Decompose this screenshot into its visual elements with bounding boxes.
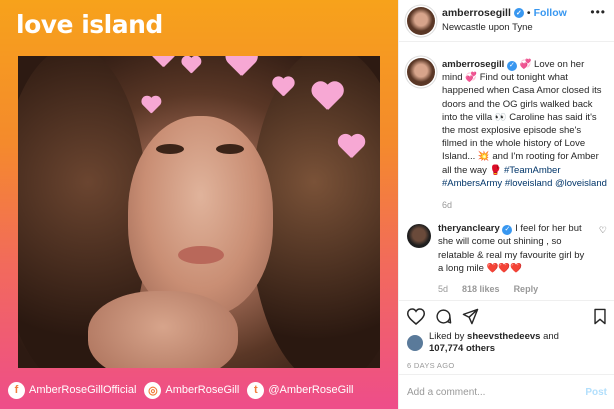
comment-input[interactable] [407, 386, 586, 398]
separator-dot: • [526, 7, 531, 19]
heart-filter-icon [224, 56, 258, 80]
like-comment-icon[interactable]: ♡ [599, 225, 607, 296]
bookmark-icon[interactable] [593, 308, 607, 325]
instagram-handle: ◎ AmberRoseGill [144, 381, 239, 399]
post-image[interactable]: love island f AmberRoseGillOfficial ◎ Am… [0, 0, 398, 409]
caption-age[interactable]: 6d [442, 199, 452, 212]
twitter-icon: t [247, 381, 265, 399]
caption: amberrosegill ✓ 💞 Love on her mind 💞 Fin… [407, 52, 607, 212]
avatar[interactable] [407, 7, 435, 35]
likes-summary: Liked by sheevsthedeevs and 107,774 othe… [407, 331, 607, 355]
caption-text: 💞 Love on her mind 💞 Find out tonight wh… [442, 59, 602, 176]
love-island-logo: love island [16, 10, 163, 39]
heart-filter-icon [310, 82, 344, 113]
follow-button[interactable]: Follow [534, 7, 567, 19]
liker-avatar[interactable] [407, 335, 423, 351]
twitter-handle: t @AmberRoseGill [247, 381, 354, 399]
like-heart-icon[interactable] [407, 307, 425, 325]
post-timestamp[interactable]: 6 DAYS AGO [407, 361, 607, 370]
verified-icon: ✓ [506, 60, 517, 71]
reply-button[interactable]: Reply [514, 283, 539, 296]
instagram-icon: ◎ [144, 381, 162, 399]
comment-icon[interactable] [435, 308, 452, 325]
comment-age[interactable]: 5d [438, 283, 448, 296]
add-comment-bar: Post [399, 374, 614, 409]
selfie-photo [18, 56, 380, 368]
heart-filter-icon [150, 56, 176, 70]
commenter-avatar[interactable] [407, 224, 431, 249]
comment-username[interactable]: theryancleary [438, 223, 500, 234]
more-options-icon[interactable]: ••• [590, 5, 606, 19]
heart-filter-icon [181, 56, 202, 75]
heart-filter-icon [337, 135, 366, 161]
comment-item: theryancleary ✓ I feel for her but she w… [407, 222, 607, 296]
facebook-handle: f AmberRoseGillOfficial [8, 381, 136, 399]
header-username[interactable]: amberrosegill [442, 7, 511, 19]
share-icon[interactable] [462, 308, 479, 325]
right-eye [216, 144, 244, 154]
post-button[interactable]: Post [585, 387, 607, 398]
verified-icon: ✓ [502, 224, 513, 235]
facebook-icon: f [8, 381, 25, 399]
post-sidebar: amberrosegill ✓ • Follow Newcastle upon … [398, 0, 614, 409]
verified-icon: ✓ [513, 8, 524, 18]
comments-section: amberrosegill ✓ 💞 Love on her mind 💞 Fin… [399, 52, 614, 297]
header-text: amberrosegill ✓ • Follow Newcastle upon … [442, 7, 567, 33]
location-link[interactable]: Newcastle upon Tyne [442, 22, 567, 33]
post-actions: Liked by sheevsthedeevs and 107,774 othe… [399, 300, 614, 370]
liker-username[interactable]: sheevsthedeevs [467, 331, 540, 342]
caption-avatar[interactable] [407, 58, 435, 86]
caption-username[interactable]: amberrosegill [442, 59, 504, 70]
left-eye [156, 144, 184, 154]
comment-likes[interactable]: 818 likes [462, 283, 500, 296]
post-header: amberrosegill ✓ • Follow Newcastle upon … [399, 0, 614, 42]
heart-filter-icon [271, 77, 294, 99]
face [128, 116, 273, 316]
heart-filter-icon [141, 96, 162, 115]
hand [88, 291, 238, 368]
social-handles-bar: f AmberRoseGillOfficial ◎ AmberRoseGill … [0, 371, 398, 409]
likes-count[interactable]: 107,774 others [429, 343, 495, 354]
lips [178, 246, 224, 264]
